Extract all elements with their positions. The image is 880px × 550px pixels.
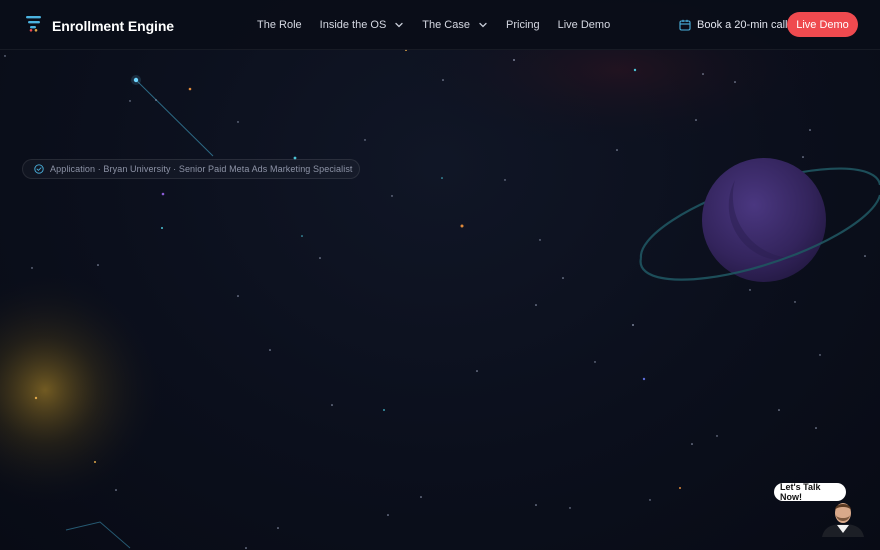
- constellation-line-bottom: [65, 521, 131, 549]
- book-call-link[interactable]: Book a 20-min call: [679, 0, 788, 49]
- nav-item-label: Pricing: [506, 18, 540, 31]
- brand-name: Enrollment Engine: [52, 17, 174, 34]
- chevron-down-icon: [395, 22, 403, 27]
- main-nav: The Role Inside the OS The Case Pricing …: [257, 0, 628, 49]
- nav-item-label: The Case: [422, 18, 470, 31]
- space-background: [0, 0, 880, 549]
- nav-item-the-case[interactable]: The Case: [422, 19, 488, 31]
- planet: [639, 158, 880, 282]
- sun-glow: [0, 270, 165, 510]
- calendar-icon: [679, 19, 691, 31]
- constellation-star-glow: [131, 75, 141, 85]
- chat-bubble-label: Let's Talk Now!: [780, 482, 821, 502]
- chat-bubble[interactable]: Let's Talk Now!: [774, 482, 846, 502]
- top-navigation-bar: Enrollment Engine The Role Inside the OS…: [0, 0, 880, 50]
- nav-item-inside-the-os[interactable]: Inside the OS: [320, 19, 405, 31]
- nav-item-label: Inside the OS: [319, 18, 387, 31]
- check-circle-icon: [34, 164, 44, 174]
- brand[interactable]: Enrollment Engine: [25, 14, 174, 37]
- nav-item-label: The Role: [257, 18, 302, 31]
- nav-item-the-role[interactable]: The Role: [257, 19, 302, 31]
- stacked-bars-logo-icon: [25, 14, 43, 37]
- application-badge-text: Application · Bryan University · Senior …: [50, 164, 353, 174]
- constellation-line: [135, 79, 214, 157]
- book-call-label: Book a 20-min call: [697, 18, 788, 31]
- chevron-down-icon: [479, 22, 487, 27]
- nav-item-label: Live Demo: [557, 18, 611, 31]
- nav-item-pricing[interactable]: Pricing: [506, 19, 540, 31]
- live-demo-button-label: Live Demo: [796, 18, 849, 31]
- live-demo-button[interactable]: Live Demo: [787, 12, 858, 37]
- nav-item-live-demo[interactable]: Live Demo: [558, 19, 611, 31]
- application-badge: Application · Bryan University · Senior …: [22, 159, 360, 179]
